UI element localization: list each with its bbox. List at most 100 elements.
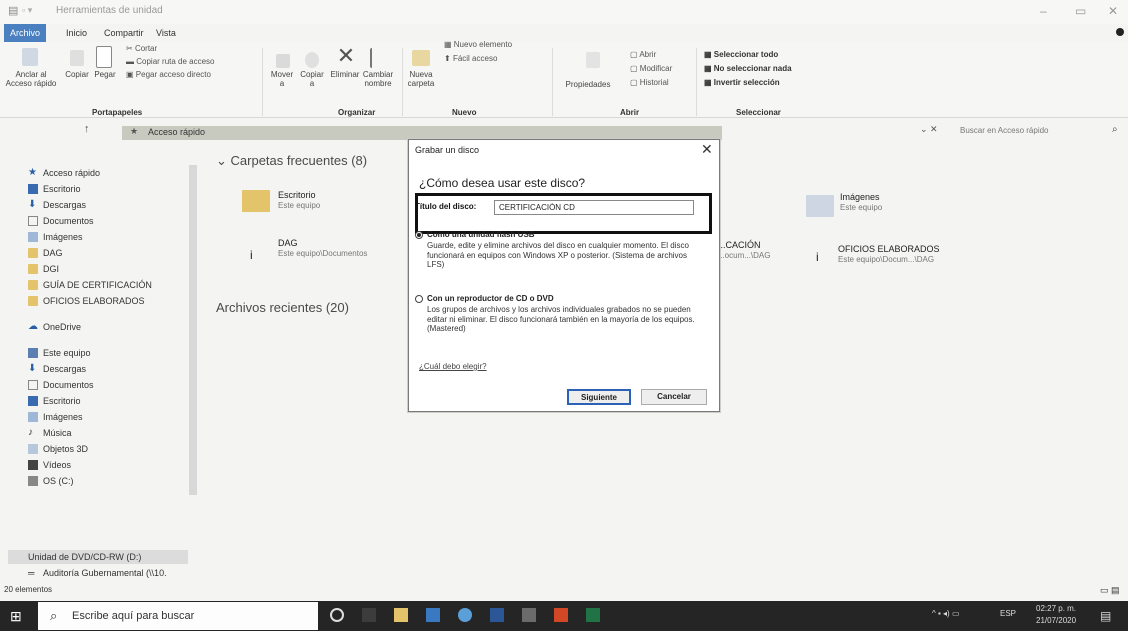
open-button[interactable]: ▢ Abrir [630, 50, 656, 59]
search-input[interactable]: Buscar en Acceso rápido [960, 126, 1100, 140]
nav-item-escritorio[interactable]: Escritorio [28, 182, 81, 196]
view-toggle-icon[interactable]: ▭ ▤ [1100, 585, 1120, 596]
paste-button[interactable]: Pegar [90, 70, 120, 79]
nav-pc-descargas[interactable]: ⬇ Descargas [28, 362, 86, 376]
nav-item-descargas[interactable]: ⬇ Descargas [28, 198, 86, 212]
nav-pc-documentos[interactable]: Documentos [28, 378, 94, 392]
ribbon: Anclar al Acceso rápido Copiar Pegar ✂ C… [0, 40, 1128, 118]
nav-pc-imagenes[interactable]: Imágenes [28, 410, 83, 424]
app-icon[interactable] [522, 608, 536, 622]
recent-files-header[interactable]: Archivos recientes (20) [216, 300, 349, 315]
tab-vista[interactable]: Vista [150, 24, 182, 42]
tab-compartir[interactable]: Compartir [98, 24, 150, 42]
tab-archivo[interactable]: Archivo [4, 24, 47, 42]
folder-name[interactable]: ...CACIÓN [718, 240, 761, 250]
nav-label: Imágenes [43, 232, 83, 242]
nav-quick-access[interactable]: ★ Acceso rápido [28, 166, 100, 180]
powerpoint-icon[interactable] [554, 608, 568, 622]
nav-onedrive[interactable]: ☁ OneDrive [28, 320, 81, 334]
system-tray-icons[interactable]: ^ ▪ ◂) ▭ [932, 609, 960, 618]
rename-button[interactable]: Cambiar nombre [360, 70, 396, 88]
frequent-folders-header[interactable]: ⌄ Carpetas frecuentes (8) [216, 153, 367, 169]
tab-inicio[interactable]: Inicio [60, 24, 93, 42]
address-bar[interactable] [122, 126, 722, 140]
nav-this-pc[interactable]: Este equipo [28, 346, 91, 360]
select-all-button[interactable]: ▦ Seleccionar todo [704, 50, 778, 59]
copy-button[interactable]: Copiar [62, 70, 92, 79]
nav-item-oficios[interactable]: OFICIOS ELABORADOS [28, 294, 145, 308]
cortana-icon[interactable] [330, 608, 344, 622]
easy-access-button[interactable]: ⬆ Fácil acceso [444, 54, 497, 63]
cut-button[interactable]: ✂ Cortar [126, 44, 157, 53]
refresh-icon[interactable]: ⌄ ✕ [920, 124, 938, 135]
nav-item-guia[interactable]: GUÍA DE CERTIFICACIÓN [28, 278, 152, 292]
history-button[interactable]: ▢ Historial [630, 78, 669, 87]
usb-option-title[interactable]: Como una unidad flash USB [427, 230, 535, 239]
taskbar-search-placeholder: Escribe aquí para buscar [72, 610, 195, 622]
browser-icon[interactable] [458, 608, 472, 622]
new-folder-button[interactable]: Nueva carpeta [405, 70, 437, 88]
paste-shortcut-button[interactable]: ▣ Pegar acceso directo [126, 70, 211, 79]
app-icon[interactable] [426, 608, 440, 622]
nav-item-imagenes[interactable]: Imágenes [28, 230, 83, 244]
close-window-button[interactable]: ✕ [1108, 4, 1118, 18]
nav-pc-videos[interactable]: Vídeos [28, 458, 71, 472]
copy-to-icon [305, 52, 319, 68]
search-icon: ⌕ [1112, 124, 1118, 135]
nav-item-dgi[interactable]: DGI [28, 262, 59, 276]
close-icon[interactable]: ✕ [701, 141, 713, 158]
notification-icon[interactable]: ▤ [1100, 609, 1111, 623]
disc-title-input[interactable] [494, 200, 694, 215]
dialog-title: Grabar un disco [415, 145, 480, 155]
folder-name[interactable]: Escritorio [278, 190, 316, 200]
cd-player-option-radio[interactable] [415, 295, 423, 303]
pin-quick-access-button[interactable]: Anclar al Acceso rápido [2, 70, 60, 88]
invert-selection-button[interactable]: ▦ Invertir selección [704, 78, 780, 87]
ribbon-separator [696, 48, 697, 116]
nav-pc-objetos3d[interactable]: Objetos 3D [28, 442, 88, 456]
keyboard-language-icon[interactable]: ESP [1000, 609, 1016, 618]
ribbon-tabs: Archivo Inicio Compartir Vista [0, 24, 1128, 42]
nav-pc-escritorio[interactable]: Escritorio [28, 394, 81, 408]
maximize-button[interactable]: ▭ [1075, 4, 1086, 18]
navigation-pane: ★ Acceso rápido Escritorio ⬇ Descargas Doc… [0, 160, 200, 580]
delete-button[interactable]: Eliminar [328, 70, 362, 79]
move-to-button[interactable]: Mover a [268, 70, 296, 88]
minimize-button[interactable]: – [1040, 4, 1047, 18]
nav-item-documentos[interactable]: Documentos [28, 214, 94, 228]
folder-name[interactable]: DAG [278, 238, 298, 248]
nav-item-dag[interactable]: DAG [28, 246, 63, 260]
clock-date[interactable]: 21/07/2020 [1036, 616, 1076, 625]
file-explorer-icon[interactable] [394, 608, 408, 622]
nav-scroll-thumb[interactable] [189, 165, 197, 495]
select-none-button[interactable]: ▦ No seleccionar nada [704, 64, 792, 73]
word-icon[interactable] [490, 608, 504, 622]
up-arrow-icon[interactable]: ↑ [84, 123, 90, 135]
task-view-icon[interactable] [362, 608, 376, 622]
next-button[interactable]: Siguiente [567, 389, 631, 405]
folder-location: Este equipo [278, 201, 321, 210]
quick-access-toolbar[interactable]: ▫ ▾ [22, 5, 32, 16]
cd-player-option-title[interactable]: Con un reproductor de CD o DVD [427, 294, 554, 303]
cancel-button[interactable]: Cancelar [641, 389, 707, 405]
nav-dvd-drive[interactable]: Unidad de DVD/CD-RW (D:) [8, 550, 188, 564]
folder-doc-icon: i [816, 250, 819, 264]
ribbon-separator [262, 48, 263, 116]
nav-pc-os-c[interactable]: OS (C:) [28, 474, 74, 488]
copy-to-button[interactable]: Copiar a [298, 70, 326, 88]
folder-name[interactable]: Imágenes [840, 192, 880, 202]
usb-option-radio[interactable] [415, 231, 423, 239]
nav-network-drive[interactable]: ═ Auditoría Gubernamental (\\10. [28, 566, 167, 580]
copy-path-button[interactable]: ▬ Copiar ruta de acceso [126, 57, 215, 66]
folder-name[interactable]: OFICIOS ELABORADOS [838, 244, 940, 254]
nav-pc-musica[interactable]: ♪ Música [28, 426, 72, 440]
windows-start-icon[interactable]: ⊞ [10, 608, 26, 624]
excel-icon[interactable] [586, 608, 600, 622]
nav-label: Unidad de DVD/CD-RW (D:) [28, 552, 142, 562]
clock-time[interactable]: 02:27 p. m. [1036, 604, 1076, 613]
help-icon[interactable] [1116, 28, 1124, 36]
new-item-button[interactable]: ▦ Nuevo elemento [444, 40, 512, 49]
help-link[interactable]: ¿Cuál debo elegir? [419, 362, 487, 371]
modify-button[interactable]: ▢ Modificar [630, 64, 672, 73]
properties-button[interactable]: Propiedades [558, 80, 618, 89]
